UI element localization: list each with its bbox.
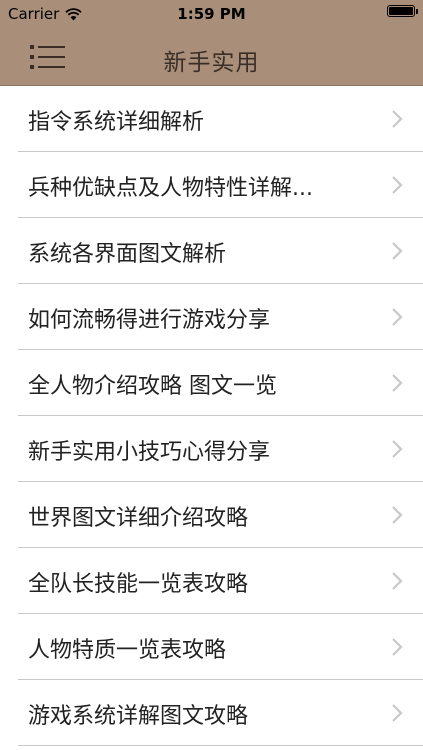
list-item[interactable]: 兵种优缺点及人物特性详解... (0, 152, 423, 218)
chevron-right-icon (392, 176, 403, 194)
list-item[interactable]: 世界图文详细介绍攻略 (0, 482, 423, 548)
list-item[interactable]: 人物特质一览表攻略 (0, 614, 423, 680)
page-title: 新手实用 (163, 50, 260, 76)
list-item-label: 世界图文详细介绍攻略 (28, 506, 249, 531)
list-item-label: 全队长技能一览表攻略 (28, 572, 249, 597)
list-item[interactable]: 全人物介绍攻略 图文一览 (0, 350, 423, 416)
battery-fill (389, 7, 413, 15)
status-time: 1:59 PM (177, 5, 246, 23)
list-item-label: 指令系统详细解析 (28, 110, 205, 135)
list-item-label: 新手实用小技巧心得分享 (28, 440, 271, 465)
navigation-bar: 新手实用 (0, 29, 423, 86)
status-right (387, 5, 418, 17)
list-item[interactable]: 新手实用小技巧心得分享 (0, 416, 423, 482)
list-item[interactable]: 全队长技能一览表攻略 (0, 548, 423, 614)
chevron-right-icon (392, 638, 403, 656)
chevron-right-icon (392, 572, 403, 590)
article-list: 指令系统详细解析 兵种优缺点及人物特性详解... 系统各界面图文解析 如何流畅得… (0, 86, 423, 746)
list-item[interactable]: 如何流畅得进行游戏分享 (0, 284, 423, 350)
chevron-right-icon (392, 374, 403, 392)
chevron-right-icon (392, 440, 403, 458)
chevron-right-icon (392, 242, 403, 260)
list-item-label: 游戏系统详解图文攻略 (28, 704, 249, 729)
chevron-right-icon (392, 704, 403, 722)
list-item[interactable]: 游戏系统详解图文攻略 (0, 680, 423, 746)
chevron-right-icon (392, 308, 403, 326)
list-item[interactable]: 指令系统详细解析 (0, 86, 423, 152)
list-item[interactable]: 系统各界面图文解析 (0, 218, 423, 284)
chevron-right-icon (392, 506, 403, 524)
list-item-label: 人物特质一览表攻略 (28, 638, 227, 663)
list-item-label: 全人物介绍攻略 图文一览 (28, 374, 277, 399)
chevron-right-icon (392, 110, 403, 128)
status-bar: Carrier 1:59 PM (0, 0, 423, 29)
battery-icon (387, 5, 418, 17)
list-item-label: 系统各界面图文解析 (28, 242, 227, 267)
list-item-label: 兵种优缺点及人物特性详解... (28, 176, 313, 201)
list-item-label: 如何流畅得进行游戏分享 (28, 308, 271, 333)
